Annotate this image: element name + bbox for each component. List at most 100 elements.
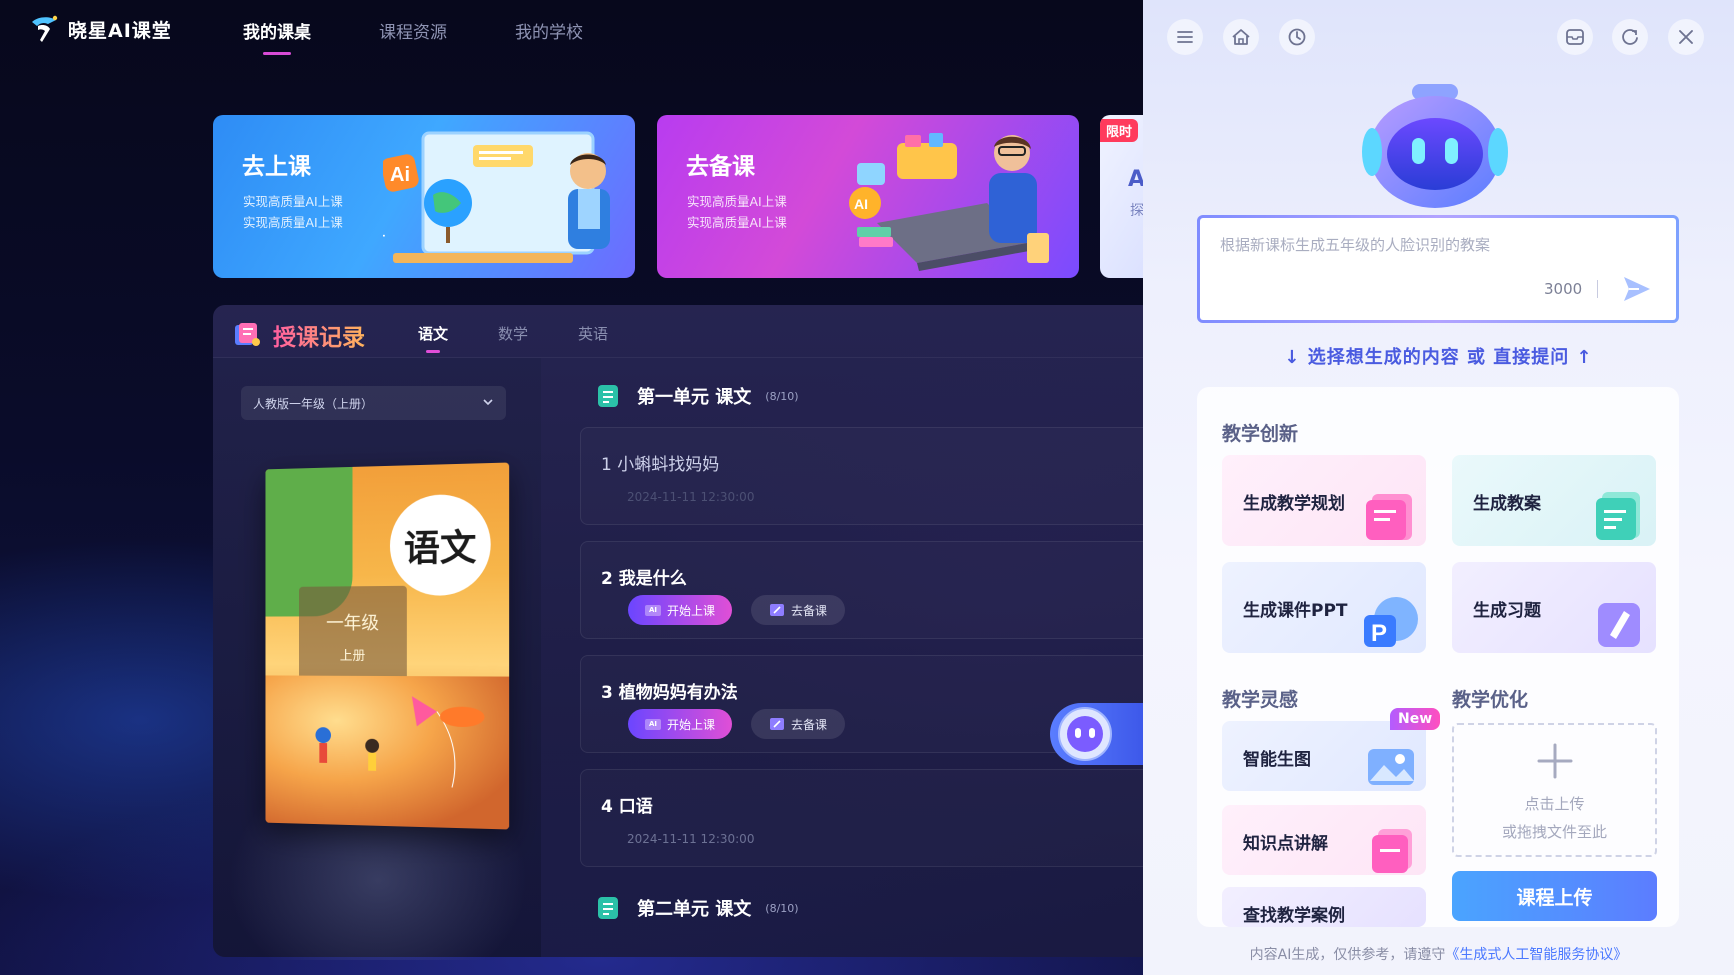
lesson-2-start-button[interactable]: AI 开始上课 — [628, 595, 732, 625]
menu-icon — [1177, 31, 1193, 43]
scroll-document-icon — [1366, 494, 1412, 540]
course-upload-button[interactable]: 课程上传 — [1452, 871, 1657, 921]
ai-badge-go: Ai — [390, 164, 410, 186]
tab-english[interactable]: 英语 — [578, 323, 608, 344]
prepare-class-sub-line2: 实现高质量AI上课 — [687, 215, 787, 230]
ai-assistant-panel: 3000 ↓ 选择想生成的内容 或 直接提问 ↑ 教学创新 生成教学规划 生成教… — [1143, 0, 1734, 975]
send-icon[interactable] — [1621, 274, 1653, 304]
find-teaching-case-button[interactable]: 查找教学案例 — [1222, 887, 1426, 927]
grade-select-value: 人教版一年级（上册） — [253, 396, 374, 411]
generate-teaching-plan-button[interactable]: 生成教学规划 — [1222, 455, 1426, 546]
close-button[interactable] — [1668, 19, 1704, 55]
tab-math[interactable]: 数学 — [498, 323, 528, 344]
generate-ppt-button[interactable]: 生成课件PPT P — [1222, 562, 1426, 653]
clipboard-icon — [1596, 492, 1640, 540]
refresh-icon — [1622, 29, 1638, 45]
tab-chinese[interactable]: 语文 — [418, 323, 448, 344]
service-agreement-link[interactable]: 《生成式人工智能服务协议》 — [1445, 947, 1627, 963]
records-book-icon — [235, 323, 260, 346]
tool-label: 知识点讲解 — [1243, 834, 1328, 854]
edit-icon — [769, 718, 784, 730]
nav-course-resources[interactable]: 课程资源 — [379, 18, 447, 43]
unit-1-title: 第一单元 课文 — [637, 387, 752, 408]
robot-icon — [1058, 707, 1112, 761]
prepare-class-card[interactable]: 去备课 实现高质量AI上课 实现高质量AI上课 AI — [657, 115, 1079, 278]
textbook-grade-box: 一年级 上册 — [299, 585, 407, 687]
textbook-title: 语文 — [403, 526, 477, 570]
inbox-button[interactable] — [1557, 19, 1593, 55]
unit-1-header: 第一单元 课文 (8/10) — [597, 383, 799, 409]
image-icon — [1368, 749, 1414, 785]
textbook-cover[interactable]: 语文 一年级 上册 — [265, 462, 510, 830]
nav-my-school[interactable]: 我的学校 — [515, 18, 583, 43]
go-class-title: 去上课 — [242, 154, 311, 180]
prompt-box: 3000 — [1197, 215, 1679, 323]
grade-select[interactable]: 人教版一年级（上册） — [241, 386, 506, 420]
unit-2-count: (8/10) — [765, 901, 799, 915]
home-button[interactable] — [1223, 19, 1259, 55]
prepare-class-subtitle: 实现高质量AI上课 实现高质量AI上课 — [687, 191, 787, 233]
main-nav: 我的课桌 课程资源 我的学校 — [243, 18, 583, 43]
unit-2-title: 第二单元 课文 — [637, 899, 752, 920]
smart-image-button[interactable]: 智能生图 — [1222, 721, 1426, 791]
section-teaching-optimization: 教学优化 — [1452, 689, 1529, 711]
unit-2-header: 第二单元 课文 (8/10) — [597, 895, 799, 921]
footer-text: 内容AI生成，仅供参考，请遵守 — [1249, 947, 1446, 963]
tool-label: 智能生图 — [1243, 750, 1311, 770]
ppt-glyph: P — [1371, 620, 1387, 647]
pencil-doc-icon — [1598, 603, 1640, 647]
textbook-grade: 一年级 — [326, 612, 380, 634]
logo-icon — [32, 15, 58, 42]
limited-card-title: A — [1128, 167, 1143, 192]
logo-text: 晓星AI课堂 — [68, 19, 172, 42]
limited-offer-card[interactable]: 限时 A 探 — [1100, 115, 1143, 278]
unit-doc-icon — [598, 897, 618, 919]
floating-assistant-button[interactable] — [1050, 703, 1143, 765]
textbook-volume: 上册 — [339, 648, 366, 664]
upload-dropzone[interactable]: 点击上传 或拖拽文件至此 — [1452, 723, 1657, 857]
robot-mascot-icon — [1362, 84, 1508, 208]
footer-disclaimer: 内容AI生成，仅供参考，请遵守《生成式人工智能服务协议》 — [1143, 944, 1734, 964]
nav-my-desk[interactable]: 我的课桌 — [243, 18, 311, 43]
lesson-item-1[interactable]: 1 小蝌蚪找妈妈 2024-11-11 12:30:00 — [580, 427, 1143, 525]
knowledge-point-button[interactable]: 知识点讲解 — [1222, 805, 1426, 875]
lesson-4-title: 4 口语 — [601, 797, 653, 817]
prompt-separator — [1597, 280, 1598, 298]
tool-label: 查找教学案例 — [1243, 906, 1345, 926]
new-badge: New — [1390, 708, 1441, 730]
lesson-2-prepare-button[interactable]: 去备课 — [751, 595, 845, 625]
prepare-label: 去备课 — [790, 717, 827, 732]
lesson-3-prepare-button[interactable]: 去备课 — [751, 709, 845, 739]
menu-button[interactable] — [1167, 19, 1203, 55]
chevron-down-icon — [483, 399, 493, 406]
lesson-item-4[interactable]: 4 口语 2024-11-11 12:30:00 — [580, 769, 1143, 867]
tools-panel: 教学创新 生成教学规划 生成教案 生成课件PPT P 生成习题 教学灵感 教学优… — [1197, 387, 1679, 927]
main-app: 晓星AI课堂 我的课桌 课程资源 我的学校 去上课 实现高质量AI上课 实现高质… — [0, 0, 1143, 975]
inbox-icon — [1566, 29, 1584, 45]
ai-tag-icon: AI — [644, 604, 661, 616]
go-class-sub-line1: 实现高质量AI上课 — [243, 194, 343, 209]
tool-label: 生成习题 — [1473, 601, 1541, 621]
lesson-3-start-button[interactable]: AI 开始上课 — [628, 709, 732, 739]
limited-badge: 限时 — [1100, 119, 1139, 142]
start-label: 开始上课 — [666, 603, 715, 618]
unit-1-count: (8/10) — [765, 389, 799, 403]
tool-label: 生成课件PPT — [1243, 601, 1348, 621]
generate-exercises-button[interactable]: 生成习题 — [1452, 562, 1656, 653]
tool-label: 生成教案 — [1473, 494, 1541, 514]
upload-hint-line1: 点击上传 — [1524, 795, 1585, 813]
limited-card-subtitle: 探 — [1130, 203, 1143, 219]
classroom-illustration-icon: Ai + — [383, 131, 610, 263]
textbook-title-badge: 语文 — [389, 493, 491, 596]
prompt-char-count: 3000 — [1544, 280, 1583, 298]
generate-lesson-plan-button[interactable]: 生成教案 — [1452, 455, 1656, 546]
prompt-input[interactable] — [1220, 236, 1640, 254]
plus-icon — [1537, 743, 1573, 779]
logo[interactable]: 晓星AI课堂 — [28, 12, 172, 46]
go-class-card[interactable]: 去上课 实现高质量AI上课 实现高质量AI上课 Ai + — [213, 115, 635, 278]
lesson-4-time: 2024-11-11 12:30:00 — [627, 832, 755, 846]
edit-icon — [769, 604, 784, 616]
history-button[interactable] — [1279, 19, 1315, 55]
refresh-button[interactable] — [1612, 19, 1648, 55]
laptop-illustration-icon: AI — [849, 133, 1049, 271]
